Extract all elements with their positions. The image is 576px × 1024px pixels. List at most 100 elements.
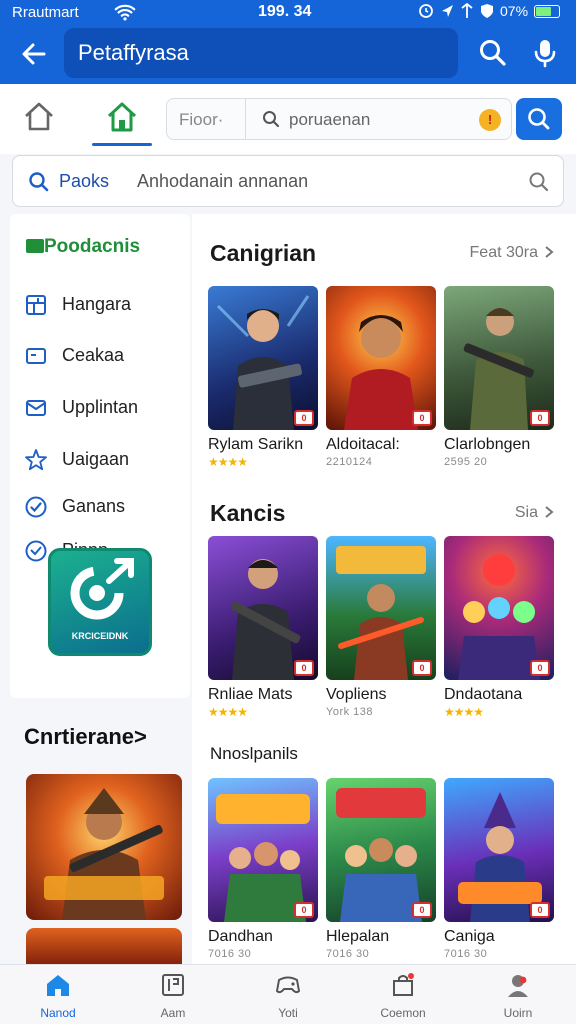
bottom-nav: Nanod Aam Yoti Coemon Uoirn — [0, 964, 576, 1024]
game-meta: 2595 20 — [444, 456, 488, 468]
game-card[interactable]: 0 Aldoitacal: 2210124 — [326, 286, 436, 468]
brand-tag — [26, 239, 44, 253]
game-cover-art: 0 — [444, 778, 554, 922]
sidebar-item-upplintan[interactable]: Upplintan — [24, 391, 184, 425]
game-cover-art: 0 — [326, 286, 436, 430]
nav-item-profile[interactable]: Uoirn — [473, 971, 563, 1020]
tab-store[interactable] — [92, 96, 152, 146]
back-arrow-icon[interactable] — [16, 36, 52, 72]
search-field[interactable]: Paoks Anhodanain annanan — [12, 155, 564, 207]
sidebar-item-label: Hangara — [62, 294, 132, 314]
feature-section-title[interactable]: Cnrtierane> — [24, 724, 147, 750]
filter-label[interactable]: Fioor· — [179, 110, 223, 130]
game-title: Hlepalan — [326, 928, 390, 945]
section-title: Canigrian — [210, 240, 317, 266]
age-rating-tag: 0 — [294, 660, 314, 676]
battery-percent: 07% — [500, 3, 529, 19]
check-circle-icon — [25, 496, 47, 518]
filter-input[interactable]: poruaenan — [289, 110, 370, 130]
rating-stars: ★★★★ — [208, 705, 248, 719]
nav-item-shop[interactable]: Coemon — [358, 971, 448, 1020]
library-icon — [162, 974, 184, 996]
game-title: Rylam Sarikn — [208, 436, 304, 453]
alarm-icon — [419, 4, 433, 18]
app-bar: Petaffyrasa — [0, 26, 576, 84]
wizard-figure-icon — [458, 792, 542, 922]
nav-item-games[interactable]: Yoti — [243, 971, 333, 1020]
sidebar-item-ceakaa[interactable]: Ceakaa — [24, 339, 184, 373]
status-icons: 07% — [418, 3, 561, 19]
nav-label: Nanod — [40, 1006, 76, 1020]
soldier-figure-icon — [231, 559, 301, 680]
search-icon[interactable] — [527, 170, 551, 194]
game-cover-art: 0 — [444, 286, 554, 430]
sidebar-brand[interactable]: Poodacnis — [26, 236, 140, 258]
mic-icon[interactable] — [528, 36, 562, 70]
see-all-link[interactable]: Feat 30ra — [470, 244, 554, 262]
nav-item-home[interactable]: Nanod — [13, 971, 103, 1020]
game-card[interactable]: 0 Dndaotana ★★★★ — [444, 536, 554, 719]
feature-banner[interactable] — [26, 774, 182, 920]
shield-icon — [481, 4, 493, 18]
game-title: Dndaotana — [444, 686, 523, 703]
see-all-label: Feat 30ra — [469, 244, 538, 261]
age-rating-tag: 0 — [530, 660, 550, 676]
game-card[interactable]: 0 Caniga 7016 30 — [444, 778, 554, 960]
mail-icon — [26, 400, 46, 416]
store-home-icon — [107, 102, 137, 132]
sidebar-item-label: Uaigaan — [62, 449, 130, 469]
location-icon — [442, 5, 453, 17]
filter-box[interactable]: Fioor· poruaenan ! — [166, 98, 512, 140]
star-icon — [25, 449, 47, 471]
age-rating-tag: 0 — [294, 902, 314, 918]
sidebar-item-hangara[interactable]: Hangara — [24, 288, 184, 322]
age-rating-tag: 0 — [530, 410, 550, 426]
bag-icon — [393, 973, 414, 996]
game-card[interactable]: 0 Dandhan 7016 30 — [208, 778, 318, 960]
promo-tile-label: KRCICEIDNK — [71, 631, 129, 641]
search-icon[interactable] — [476, 36, 510, 70]
game-title: Caniga — [444, 928, 495, 945]
sidebar-item-ganans[interactable]: Ganans — [24, 490, 184, 524]
sidebar-item-uaigaan[interactable]: Uaigaan — [24, 443, 184, 477]
nav-label: Aam — [160, 1006, 186, 1020]
age-rating-tag: 0 — [530, 902, 550, 918]
controller-icon — [276, 976, 300, 994]
game-card[interactable]: 0 Rnliae Mats ★★★★ — [208, 536, 318, 719]
game-card[interactable]: 0 Vopliens York 138 — [326, 536, 436, 718]
nav-label: Coemon — [380, 1006, 426, 1020]
game-meta: York 138 — [326, 706, 374, 718]
warrior-figure-icon — [336, 546, 426, 680]
promo-app-tile[interactable]: KRCICEIDNK — [48, 548, 152, 656]
card-icon — [26, 348, 46, 364]
game-meta: 7016 30 — [208, 948, 252, 960]
nav-label: Yoti — [278, 1006, 298, 1020]
hero-figure-icon — [344, 315, 418, 430]
search-icon — [528, 108, 550, 130]
rating-stars: ★★★★ — [208, 455, 248, 469]
game-title: Rnliae Mats — [208, 686, 293, 703]
soldier-figure-icon — [216, 295, 310, 430]
feature-banner-secondary[interactable] — [26, 928, 182, 968]
home-icon — [47, 975, 69, 996]
see-all-link[interactable]: Sia — [515, 504, 554, 522]
chevron-right-icon — [545, 506, 554, 518]
search-icon — [29, 172, 49, 192]
game-card[interactable]: 0 Rylam Sarikn ★★★★ — [208, 286, 318, 469]
search-input[interactable]: Anhodanain annanan — [137, 171, 308, 192]
alert-badge[interactable]: ! — [479, 109, 501, 131]
battery-fill — [536, 6, 551, 16]
game-card[interactable]: 0 Hlepalan 7016 30 — [326, 778, 436, 960]
tab-row: Fioor· poruaenan ! — [0, 84, 576, 154]
app-title-field[interactable]: Petaffyrasa — [64, 28, 458, 78]
home-outline-icon[interactable] — [18, 96, 60, 138]
rating-stars: ★★★★ — [444, 705, 484, 719]
game-card[interactable]: 0 Clarlobngen 2595 20 — [444, 286, 554, 468]
game-cover-art: 0 — [326, 536, 436, 680]
game-cover-art: 0 — [444, 536, 554, 680]
game-cover-art: 0 — [326, 778, 436, 922]
nav-item-library[interactable]: Aam — [128, 971, 218, 1020]
profile-icon — [508, 975, 528, 997]
search-submit-button[interactable] — [516, 98, 562, 140]
game-cover-art: 0 — [208, 778, 318, 922]
